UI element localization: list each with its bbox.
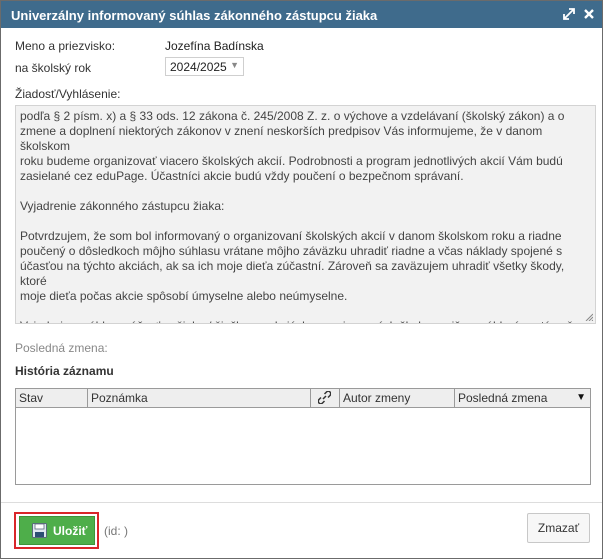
save-button-label: Uložiť bbox=[53, 524, 88, 538]
request-text-line: zmene a doplnení niektorých zákonov v zn… bbox=[20, 124, 546, 153]
history-table-header: Stav Poznámka Autor zmeny Posledná zmena… bbox=[16, 389, 590, 408]
chevron-down-icon: ▼ bbox=[230, 60, 239, 70]
name-label: Meno a priezvisko: bbox=[15, 39, 116, 53]
maximize-icon[interactable] bbox=[562, 7, 576, 21]
request-text-blank bbox=[20, 304, 591, 319]
request-text-blank bbox=[20, 184, 591, 199]
column-header-last-change[interactable]: Posledná zmena ▼ bbox=[455, 389, 590, 407]
request-text-line: Potvrdzujem, že som bol informovaný o or… bbox=[20, 229, 562, 243]
dialog-title: Univerzálny informovaný súhlas zákonného… bbox=[11, 8, 378, 23]
consent-dialog: Univerzálny informovaný súhlas zákonného… bbox=[0, 0, 603, 559]
close-icon[interactable] bbox=[582, 7, 596, 21]
column-header-poznamka[interactable]: Poznámka bbox=[88, 389, 311, 407]
school-year-value: 2024/2025 bbox=[170, 60, 227, 74]
school-year-label: na školský rok bbox=[15, 61, 92, 75]
request-label: Žiadosť/Vyhlásenie: bbox=[15, 87, 121, 101]
save-button[interactable]: Uložiť bbox=[19, 516, 95, 545]
footer-divider bbox=[1, 502, 602, 503]
request-text-line: Vyjadrenie zákonného zástupcu žiaka: bbox=[20, 199, 225, 213]
link-icon bbox=[317, 390, 332, 405]
request-text-line: Vyjadrujem súhlas s účasťou žiaka / žiač… bbox=[20, 319, 591, 323]
request-text-line: účasťou na týchto akciách, ak sa ich moj… bbox=[20, 259, 568, 288]
column-header-autor[interactable]: Autor zmeny bbox=[340, 389, 455, 407]
school-year-select[interactable]: 2024/2025 ▼ bbox=[165, 57, 244, 76]
request-text-line: roku budeme organizovať viacero školskýc… bbox=[20, 154, 563, 168]
request-text-blank bbox=[20, 214, 591, 229]
history-table: Stav Poznámka Autor zmeny Posledná zmena… bbox=[15, 388, 591, 485]
request-text-line: poučený o dôsledkoch môjho súhlasu vráta… bbox=[20, 244, 563, 258]
history-title: História záznamu bbox=[15, 364, 114, 378]
request-text-line: moje dieťa počas akcie spôsobí úmyselne … bbox=[20, 289, 348, 303]
sort-down-icon[interactable]: ▼ bbox=[576, 389, 586, 407]
column-header-attachment[interactable] bbox=[311, 389, 340, 407]
resize-grip-icon[interactable] bbox=[585, 313, 593, 321]
request-text-line: podľa § 2 písm. x) a § 33 ods. 12 zákona… bbox=[20, 109, 565, 123]
dialog-titlebar: Univerzálny informovaný súhlas zákonného… bbox=[1, 1, 602, 28]
request-textarea[interactable]: podľa § 2 písm. x) a § 33 ods. 12 zákona… bbox=[15, 105, 596, 324]
name-value: Jozefína Badínska bbox=[165, 39, 264, 53]
delete-button[interactable]: Zmazať bbox=[527, 513, 590, 543]
save-icon bbox=[32, 523, 47, 538]
record-id: (id: ) bbox=[104, 524, 128, 538]
column-header-last-change-label: Posledná zmena bbox=[458, 391, 548, 405]
last-change-label: Posledná zmena: bbox=[15, 341, 108, 355]
column-header-stav[interactable]: Stav bbox=[16, 389, 88, 407]
request-text-line: zasielané cez eduPage. Účastníci akcie b… bbox=[20, 169, 464, 183]
